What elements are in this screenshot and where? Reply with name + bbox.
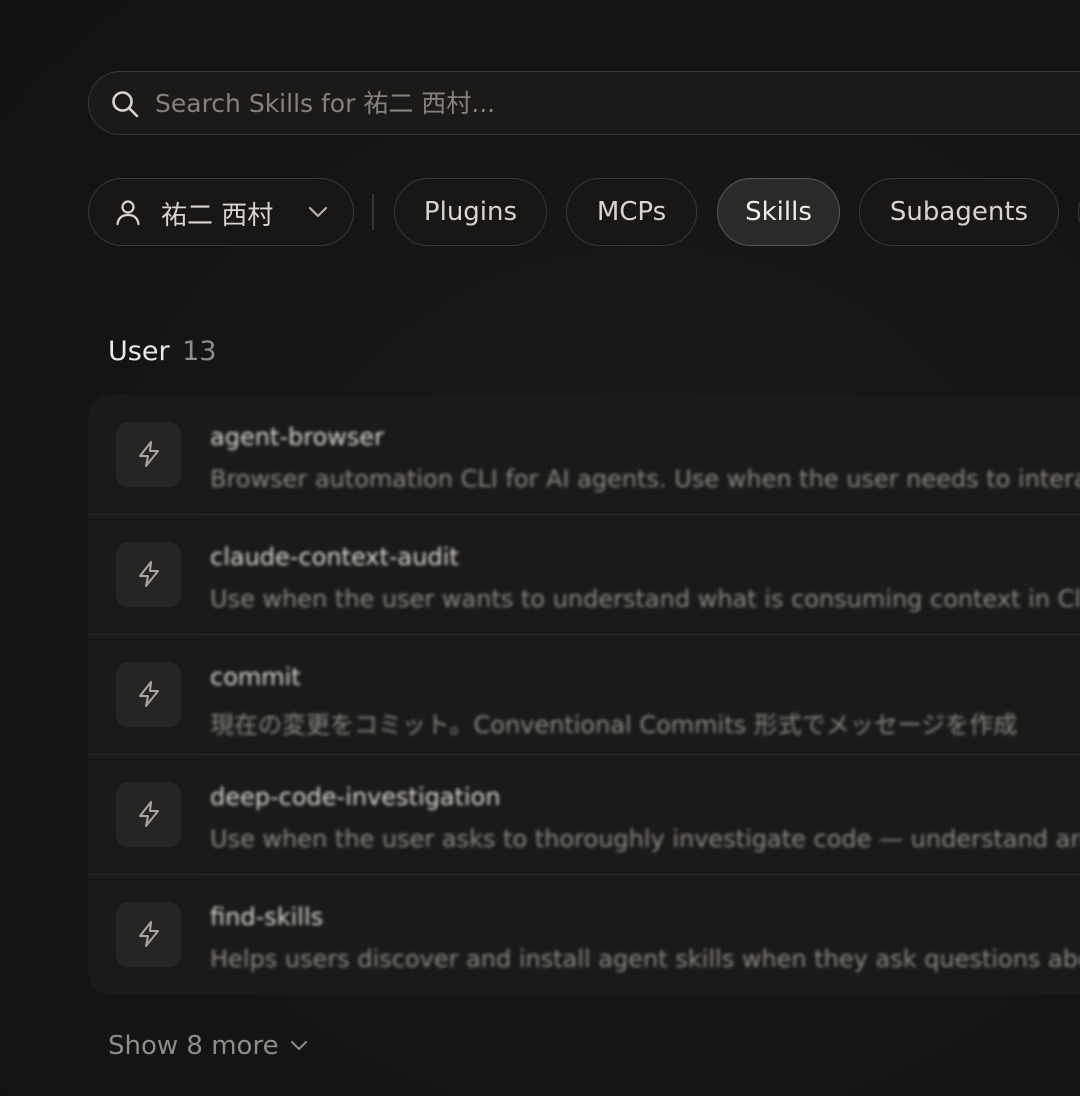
skill-icon-tile [116, 902, 181, 967]
section-title-text: User [108, 336, 170, 367]
tab-mcps-label: MCPs [596, 197, 667, 227]
search-input[interactable] [155, 72, 1055, 134]
tab-skills[interactable]: Skills [717, 178, 840, 246]
user-filter-dropdown[interactable]: 祐二 西村 [88, 178, 354, 246]
skills-page: 祐二 西村 Plugins MCPs Skills Subagents User… [0, 0, 1080, 1096]
skill-name: commit [210, 663, 301, 691]
lightning-bolt-icon [139, 921, 159, 947]
lightning-bolt-icon [139, 441, 159, 467]
filter-bar: 祐二 西村 Plugins MCPs Skills Subagents [88, 178, 1080, 246]
lightning-bolt-icon [139, 561, 159, 587]
list-item[interactable]: agent-browser Browser automation CLI for… [88, 395, 1080, 515]
skill-description: Helps users discover and install agent s… [210, 945, 1080, 973]
list-item[interactable]: claude-context-audit Use when the user w… [88, 515, 1080, 635]
show-more-button[interactable]: Show 8 more [108, 1031, 309, 1061]
list-item[interactable]: commit 現在の変更をコミット。Conventional Commits 形… [88, 635, 1080, 755]
list-item[interactable]: find-skills Helps users discover and ins… [88, 875, 1080, 995]
skills-list: agent-browser Browser automation CLI for… [88, 395, 1080, 995]
skill-icon-tile [116, 422, 181, 487]
lightning-bolt-icon [139, 801, 159, 827]
lightning-bolt-icon [139, 681, 159, 707]
skill-name: claude-context-audit [210, 543, 459, 571]
skill-name: find-skills [210, 903, 324, 931]
tab-skills-label: Skills [745, 197, 812, 227]
tab-plugins-label: Plugins [423, 197, 518, 227]
show-more-label: Show 8 more [108, 1031, 279, 1061]
tab-subagents-label: Subagents [889, 197, 1029, 227]
skill-description: Browser automation CLI for AI agents. Us… [210, 465, 1080, 493]
skill-description: Use when the user wants to understand wh… [210, 585, 1080, 613]
skill-icon-tile [116, 542, 181, 607]
tab-subagents[interactable]: Subagents [859, 178, 1059, 246]
search-icon [112, 91, 139, 118]
section-count: 13 [182, 336, 217, 367]
filter-divider [372, 194, 374, 230]
user-icon [116, 200, 140, 226]
skill-description: Use when the user asks to thoroughly inv… [210, 825, 1080, 853]
tab-plugins[interactable]: Plugins [394, 178, 547, 246]
user-filter-label: 祐二 西村 [161, 201, 274, 231]
chevron-down-icon [290, 1041, 307, 1050]
search-bar[interactable] [88, 71, 1080, 135]
skill-icon-tile [116, 662, 181, 727]
section-title: User 13 [108, 336, 217, 367]
skill-icon-tile [116, 782, 181, 847]
chevron-down-icon [308, 206, 328, 218]
list-item[interactable]: deep-code-investigation Use when the use… [88, 755, 1080, 875]
skill-name: agent-browser [210, 423, 385, 451]
tab-mcps[interactable]: MCPs [566, 178, 697, 246]
skill-name: deep-code-investigation [210, 783, 501, 811]
skill-description: 現在の変更をコミット。Conventional Commits 形式でメッセージ… [210, 711, 1018, 739]
